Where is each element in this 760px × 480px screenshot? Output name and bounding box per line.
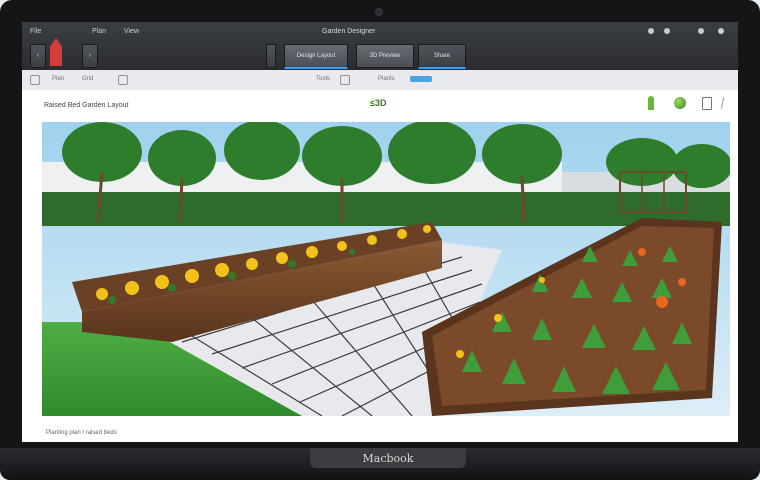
menu-row: File Plan View Garden Designer xyxy=(22,22,738,44)
garden-illustration xyxy=(42,122,730,416)
hand-icon[interactable] xyxy=(30,75,40,85)
help-icon[interactable] xyxy=(664,28,670,34)
camera-icon xyxy=(375,8,383,16)
subbar-plants[interactable]: Plants xyxy=(378,76,395,82)
document-footer: Planting plan / raised beds xyxy=(46,430,117,436)
menu-view[interactable]: View xyxy=(124,28,139,35)
grip-icon[interactable] xyxy=(266,44,276,68)
tab-design-layout[interactable]: Design Layout xyxy=(284,44,348,69)
secondary-toolbar: Plan Grid Tools Plants xyxy=(22,70,738,91)
account-icon[interactable] xyxy=(698,28,704,34)
subbar-plan[interactable]: Plan xyxy=(52,76,64,82)
subbar-tools[interactable]: Tools xyxy=(316,76,330,82)
brush-icon[interactable] xyxy=(340,75,350,85)
tab-3d-preview[interactable]: 3D Preview xyxy=(356,44,414,68)
leaf-icon[interactable] xyxy=(648,96,654,110)
divider xyxy=(720,97,725,109)
settings-icon[interactable] xyxy=(648,28,654,34)
subbar-grid[interactable]: Grid xyxy=(82,76,93,82)
forward-button[interactable]: › xyxy=(82,44,98,68)
active-tool-indicator xyxy=(410,76,432,82)
menu-icon[interactable] xyxy=(718,28,724,34)
design-canvas: Raised Bed Garden Layout ≤3D Planting pl… xyxy=(22,90,738,442)
globe-icon[interactable] xyxy=(674,97,686,109)
back-button[interactable]: ‹ xyxy=(30,44,46,68)
document-title: Raised Bed Garden Layout xyxy=(44,102,129,109)
canvas-tools xyxy=(648,96,738,112)
laptop-brand: Macbook xyxy=(310,448,466,468)
app-window: File Plan View Garden Designer ‹ › Desig… xyxy=(22,22,738,442)
menu-file[interactable]: File xyxy=(30,28,41,35)
view-mode-label: ≤3D xyxy=(370,98,387,108)
tab-share[interactable]: Share xyxy=(418,44,466,69)
page-icon[interactable] xyxy=(702,97,712,110)
window-title: Garden Designer xyxy=(322,28,376,35)
menu-plan[interactable]: Plan xyxy=(92,28,106,35)
layers-icon[interactable] xyxy=(118,75,128,85)
main-toolbar: File Plan View Garden Designer ‹ › Desig… xyxy=(22,22,738,70)
